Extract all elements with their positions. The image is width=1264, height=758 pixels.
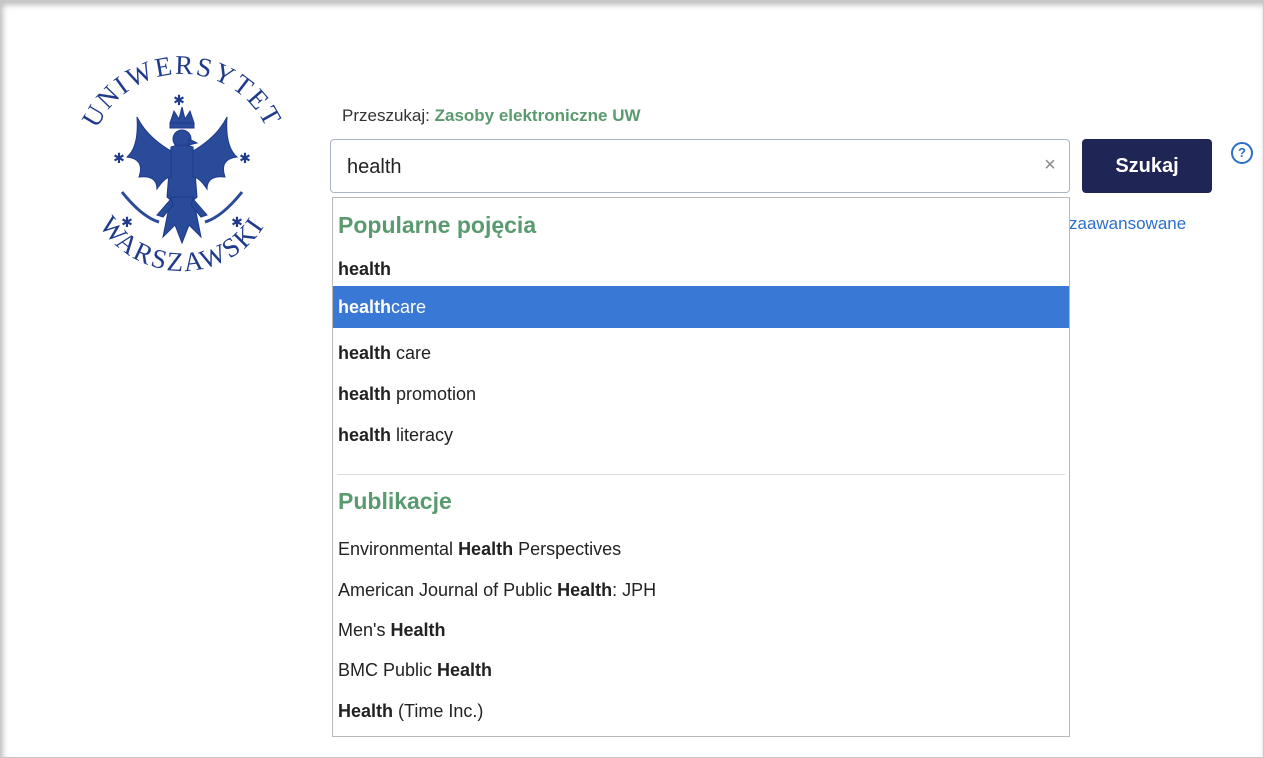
suggestion-item[interactable]: health <box>333 248 1069 290</box>
section-divider <box>337 474 1065 475</box>
page: UNIWERSYTET WARSZAWSKI ✱ ✱ ✱ ✱ ✱ Przeszu… <box>0 0 1264 758</box>
publications-heading: Publikacje <box>338 488 452 514</box>
search-box: × <box>330 139 1070 194</box>
university-logo: UNIWERSYTET WARSZAWSKI ✱ ✱ ✱ ✱ ✱ <box>76 50 286 278</box>
search-input[interactable] <box>345 140 1029 194</box>
search-label: Przeszukaj: <box>342 106 430 125</box>
search-scope-row: Przeszukaj: Zasoby elektroniczne UW <box>342 106 641 126</box>
suggestion-item[interactable]: health promotion <box>333 373 1069 415</box>
help-icon[interactable]: ? <box>1231 142 1253 164</box>
popular-terms-heading: Popularne pojęcia <box>338 212 537 238</box>
autocomplete-dropdown: Popularne pojęcia health healthcare heal… <box>332 197 1070 737</box>
svg-text:✱: ✱ <box>173 93 185 109</box>
advanced-search-link[interactable]: zaawansowane <box>1069 214 1186 234</box>
svg-text:✱: ✱ <box>239 151 251 167</box>
search-button[interactable]: Szukaj <box>1082 139 1212 193</box>
suggestion-item[interactable]: health literacy <box>333 414 1069 456</box>
suggestion-item-active[interactable]: healthcare <box>333 286 1069 328</box>
publication-item[interactable]: Environmental Health Perspectives <box>333 528 1069 570</box>
svg-text:✱: ✱ <box>121 215 133 231</box>
publication-item[interactable]: BMC Public Health <box>333 649 1069 691</box>
search-scope-link[interactable]: Zasoby elektroniczne UW <box>435 106 641 125</box>
clear-icon[interactable]: × <box>1039 154 1061 176</box>
publication-item[interactable]: American Journal of Public Health: JPH <box>333 569 1069 611</box>
svg-text:✱: ✱ <box>113 151 125 167</box>
svg-text:✱: ✱ <box>231 215 243 231</box>
suggestion-item[interactable]: health care <box>333 332 1069 374</box>
publication-item[interactable]: Health (Time Inc.) <box>333 690 1069 732</box>
eagle-emblem <box>125 106 239 245</box>
publication-item[interactable]: Men's Health <box>333 609 1069 651</box>
